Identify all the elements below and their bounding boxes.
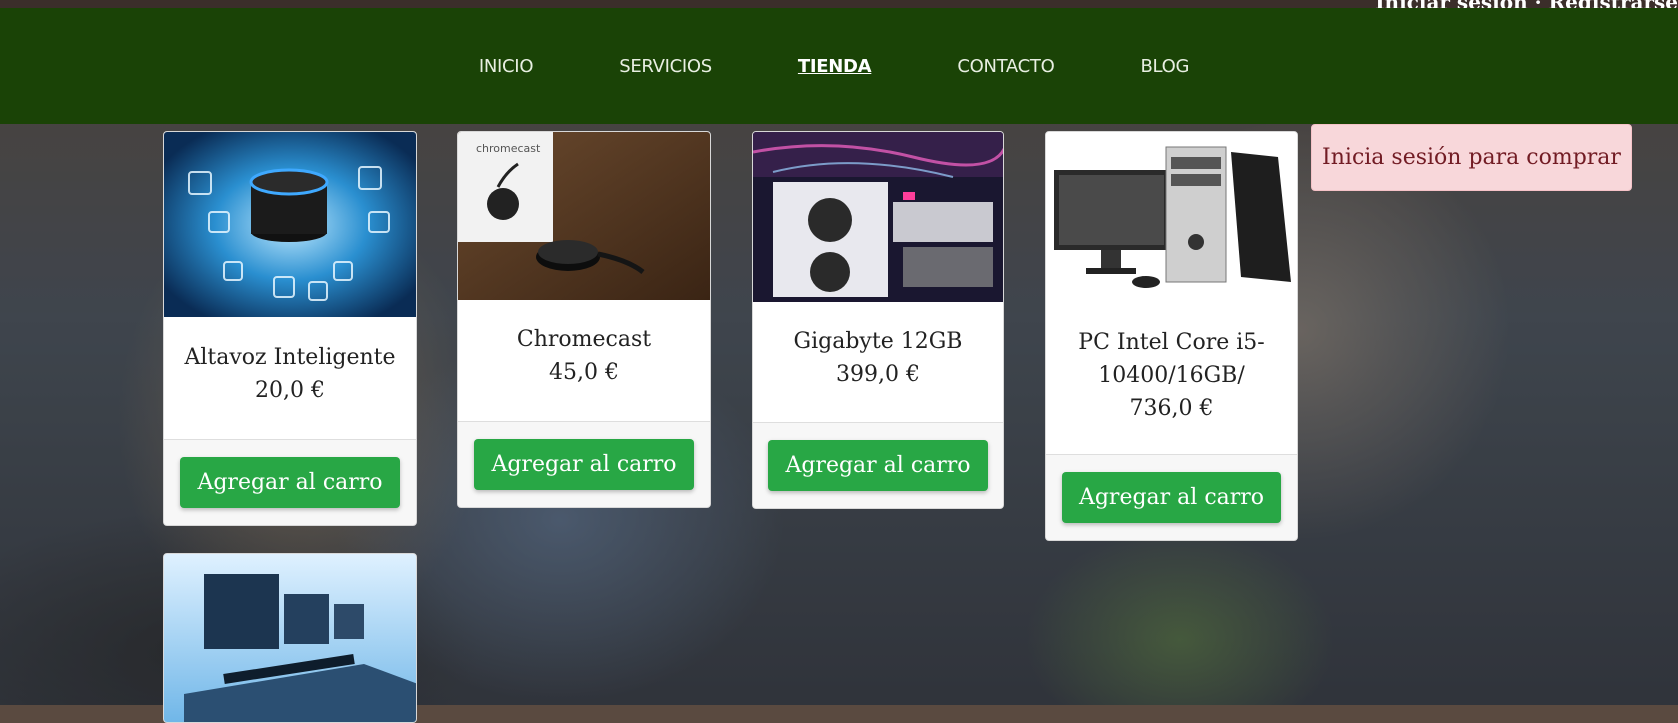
product-card-partial bbox=[163, 553, 417, 723]
product-image-graphics-card bbox=[753, 132, 1003, 302]
product-name: Chromecast bbox=[516, 327, 652, 352]
product-name-line1: PC Intel Core i5- bbox=[1078, 330, 1265, 355]
product-price: 20,0 € bbox=[255, 378, 325, 403]
product-image-smart-speaker bbox=[164, 132, 416, 317]
product-price: 45,0 € bbox=[549, 360, 619, 385]
product-card-chromecast: chromecast Chromecast 45,0 € Agregar al … bbox=[457, 131, 711, 508]
add-to-cart-button[interactable]: Agregar al carro bbox=[180, 457, 400, 508]
card-footer: Agregar al carro bbox=[164, 439, 416, 525]
nav-item-inicio[interactable]: INICIO bbox=[436, 56, 576, 77]
nav-item-tienda[interactable]: TIENDA bbox=[755, 56, 914, 77]
add-to-cart-button[interactable]: Agregar al carro bbox=[474, 439, 694, 490]
card-footer: Agregar al carro bbox=[1046, 454, 1297, 540]
card-footer: Agregar al carro bbox=[753, 422, 1003, 508]
main-navbar: INICIO SERVICIOS TIENDA CONTACTO BLOG bbox=[0, 8, 1678, 124]
nav-item-contacto[interactable]: CONTACTO bbox=[914, 56, 1097, 77]
product-name: Altavoz Inteligente bbox=[184, 345, 396, 370]
product-card-gigabyte: Gigabyte 12GB 399,0 € Agregar al carro bbox=[752, 131, 1004, 509]
nav-item-servicios[interactable]: SERVICIOS bbox=[576, 56, 755, 77]
add-to-cart-button[interactable]: Agregar al carro bbox=[768, 440, 988, 491]
product-image-desktop-pc bbox=[1046, 132, 1297, 297]
product-info: Altavoz Inteligente 20,0 € bbox=[164, 341, 416, 407]
product-info: PC Intel Core i5- 10400/16GB/ 736,0 € bbox=[1046, 326, 1297, 425]
login-alert: Inicia sesión para comprar bbox=[1311, 124, 1632, 191]
add-to-cart-button[interactable]: Agregar al carro bbox=[1061, 472, 1282, 523]
product-name: Gigabyte 12GB bbox=[793, 329, 963, 354]
product-card-pc-intel: PC Intel Core i5- 10400/16GB/ 736,0 € Ag… bbox=[1045, 131, 1298, 541]
product-info: Chromecast 45,0 € bbox=[458, 323, 710, 389]
product-price: 399,0 € bbox=[836, 362, 920, 387]
svg-text:chromecast: chromecast bbox=[476, 142, 541, 155]
product-price: 736,0 € bbox=[1129, 396, 1214, 421]
product-image-computer-lab bbox=[164, 554, 416, 722]
nav-list: INICIO SERVICIOS TIENDA CONTACTO BLOG bbox=[436, 56, 1232, 77]
product-name-line2: 10400/16GB/ bbox=[1098, 363, 1245, 388]
product-card-altavoz: Altavoz Inteligente 20,0 € Agregar al ca… bbox=[163, 131, 417, 526]
card-footer: Agregar al carro bbox=[458, 421, 710, 507]
nav-item-blog[interactable]: BLOG bbox=[1097, 56, 1232, 77]
login-alert-text: Inicia sesión para comprar bbox=[1322, 145, 1621, 170]
product-image-chromecast: chromecast bbox=[458, 132, 710, 300]
product-info: Gigabyte 12GB 399,0 € bbox=[753, 325, 1003, 391]
